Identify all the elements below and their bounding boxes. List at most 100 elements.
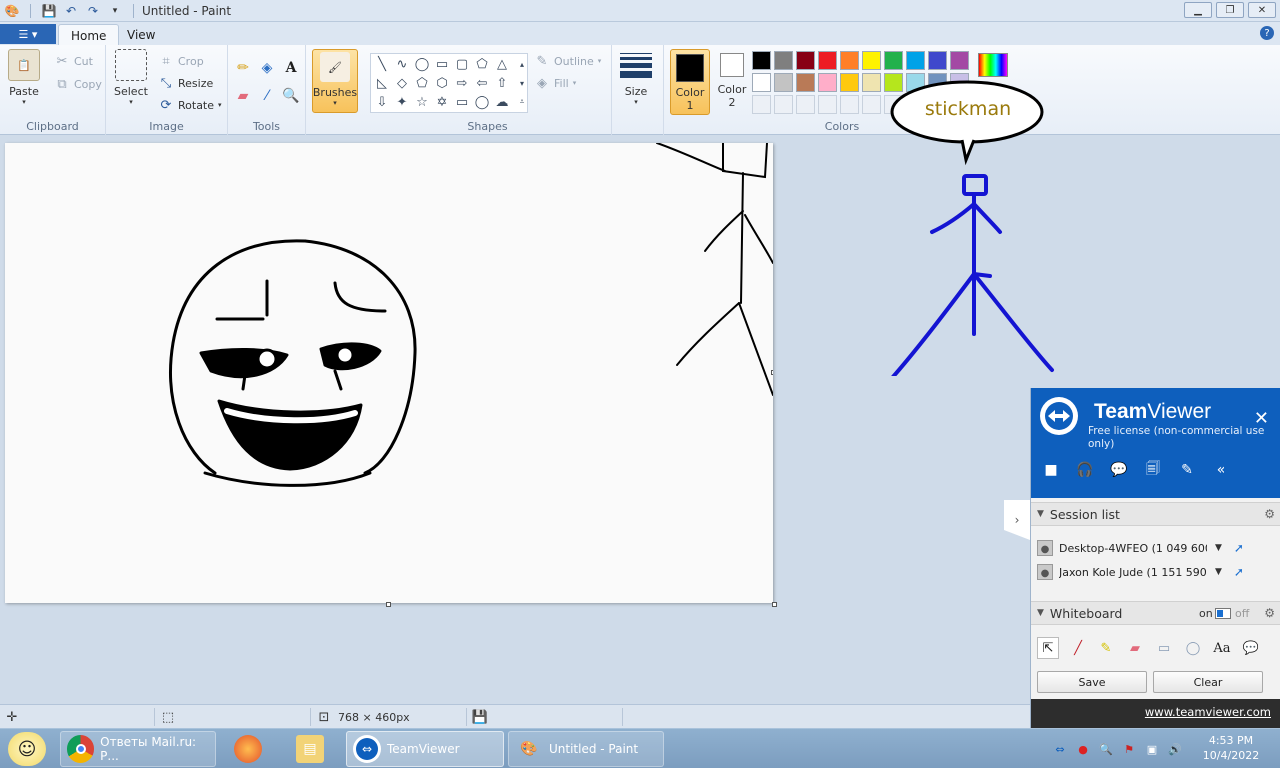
- taskbar-item-teamviewer[interactable]: ⇔ TeamViewer: [346, 731, 504, 767]
- color-swatch[interactable]: [840, 51, 859, 70]
- oval-shape-icon[interactable]: ◯: [413, 55, 431, 73]
- flag-tray-icon[interactable]: ⚑: [1121, 741, 1137, 757]
- color-picker-icon[interactable]: ⁄: [256, 85, 278, 107]
- color-swatch[interactable]: [884, 51, 903, 70]
- color1-button[interactable]: Color 1: [670, 49, 710, 115]
- minimize-button[interactable]: ▁: [1184, 2, 1212, 18]
- highlighter-icon[interactable]: ✎: [1095, 637, 1117, 659]
- video-icon[interactable]: ■: [1041, 460, 1061, 480]
- color-swatch[interactable]: [862, 51, 881, 70]
- rectangle-icon[interactable]: ▭: [1153, 637, 1175, 659]
- save-icon[interactable]: 💾: [41, 3, 57, 19]
- size-button[interactable]: Size ▾: [620, 49, 652, 106]
- search-tray-icon[interactable]: 🔍: [1098, 741, 1114, 757]
- right-arrow-shape-icon[interactable]: ⇨: [453, 74, 471, 92]
- start-button[interactable]: ☺: [8, 732, 46, 766]
- session-row[interactable]: ● Jaxon Kole Jude (1 151 590 81 ▼ ➚: [1037, 561, 1275, 583]
- color-swatch[interactable]: [752, 95, 771, 114]
- color-swatch[interactable]: [840, 73, 859, 92]
- eraser-icon[interactable]: ▰: [232, 85, 254, 107]
- polygon-shape-icon[interactable]: ⬠: [473, 55, 491, 73]
- gear-icon[interactable]: ⚙: [1264, 507, 1275, 521]
- rectangle-shape-icon[interactable]: ▭: [433, 55, 451, 73]
- text-icon[interactable]: Aa: [1211, 637, 1233, 659]
- save-button[interactable]: Save: [1037, 671, 1147, 693]
- whiteboard-header[interactable]: ▼ Whiteboard on off ⚙: [1031, 601, 1280, 625]
- system-clock[interactable]: 4:53 PM 10/4/2022: [1196, 733, 1266, 763]
- gallery-more-icon[interactable]: ⩡: [513, 93, 531, 111]
- right-triangle-shape-icon[interactable]: ◺: [373, 74, 391, 92]
- taskbar-item-explorer[interactable]: ▤: [290, 731, 340, 767]
- triangle-shape-icon[interactable]: △: [493, 55, 511, 73]
- curve-shape-icon[interactable]: ∿: [393, 55, 411, 73]
- five-point-star-shape-icon[interactable]: ☆: [413, 93, 431, 111]
- left-arrow-shape-icon[interactable]: ⇦: [473, 74, 491, 92]
- copy-button[interactable]: ⧉ Copy: [54, 76, 102, 92]
- outline-button[interactable]: ✎ Outline ▾: [534, 53, 602, 69]
- teamviewer-tray-icon[interactable]: ⇔: [1052, 741, 1068, 757]
- hexagon-shape-icon[interactable]: ⬡: [433, 74, 451, 92]
- network-tray-icon[interactable]: ▣: [1144, 741, 1160, 757]
- resize-handle-right[interactable]: [771, 370, 773, 375]
- color-swatch[interactable]: [796, 73, 815, 92]
- volume-tray-icon[interactable]: 🔊: [1167, 741, 1183, 757]
- close-icon[interactable]: ✕: [1254, 408, 1269, 429]
- text-icon[interactable]: A: [280, 57, 302, 79]
- pointer-icon[interactable]: ➚: [1234, 541, 1244, 555]
- headset-icon[interactable]: 🎧: [1075, 460, 1095, 480]
- dropdown-icon[interactable]: ▼: [1215, 567, 1222, 577]
- select-button[interactable]: Select ▾: [114, 49, 148, 106]
- gallery-down-icon[interactable]: ▾: [513, 74, 531, 92]
- up-arrow-shape-icon[interactable]: ⇧: [493, 74, 511, 92]
- drawing-canvas[interactable]: [5, 143, 773, 603]
- session-list-header[interactable]: ▼ Session list ⚙: [1031, 502, 1280, 526]
- whiteboard-icon[interactable]: ✎: [1177, 460, 1197, 480]
- four-point-star-shape-icon[interactable]: ✦: [393, 93, 411, 111]
- callout-oval-shape-icon[interactable]: ◯: [473, 93, 491, 111]
- ellipse-icon[interactable]: ◯: [1182, 637, 1204, 659]
- gallery-up-icon[interactable]: ▴: [513, 55, 531, 73]
- tab-view[interactable]: View: [115, 24, 167, 46]
- color-swatch[interactable]: [818, 73, 837, 92]
- cut-button[interactable]: ✂ Cut: [54, 53, 93, 69]
- color2-button[interactable]: Color 2: [714, 53, 750, 109]
- close-button[interactable]: ✕: [1248, 2, 1276, 18]
- pentagon-shape-icon[interactable]: ⬠: [413, 74, 431, 92]
- whiteboard-toggle[interactable]: [1215, 608, 1231, 619]
- color-swatch[interactable]: [796, 51, 815, 70]
- color-swatch[interactable]: [862, 95, 881, 114]
- down-arrow-shape-icon[interactable]: ⇩: [373, 93, 391, 111]
- paste-button[interactable]: 📋 Paste ▾: [8, 49, 40, 106]
- pen-icon[interactable]: ╱: [1067, 637, 1089, 659]
- taskbar-item-chrome[interactable]: Ответы Mail.ru: Р...: [60, 731, 216, 767]
- color-swatch[interactable]: [774, 95, 793, 114]
- eraser-icon[interactable]: ▰: [1124, 637, 1146, 659]
- collapse-icon[interactable]: «: [1211, 460, 1231, 480]
- resize-handle-corner[interactable]: [772, 602, 777, 607]
- fill-button[interactable]: ◈ Fill ▾: [534, 75, 576, 91]
- color-swatch[interactable]: [818, 95, 837, 114]
- dropdown-icon[interactable]: ▼: [1215, 543, 1222, 553]
- color-swatch[interactable]: [840, 95, 859, 114]
- teamviewer-link[interactable]: www.teamviewer.com: [1145, 705, 1271, 719]
- customize-dropdown-icon[interactable]: ▾: [107, 3, 123, 19]
- gear-icon[interactable]: ⚙: [1264, 606, 1275, 620]
- chat-icon[interactable]: 💬: [1109, 460, 1129, 480]
- color-swatch[interactable]: [818, 51, 837, 70]
- rounded-rect-shape-icon[interactable]: ▢: [453, 55, 471, 73]
- diamond-shape-icon[interactable]: ◇: [393, 74, 411, 92]
- color-swatch[interactable]: [752, 73, 771, 92]
- help-icon[interactable]: ?: [1260, 26, 1274, 40]
- resize-handle-bottom[interactable]: [386, 602, 391, 607]
- redo-icon[interactable]: ↷: [85, 3, 101, 19]
- taskbar-item-paint[interactable]: 🎨 Untitled - Paint: [508, 731, 664, 767]
- color-swatch[interactable]: [752, 51, 771, 70]
- maximize-button[interactable]: ❐: [1216, 2, 1244, 18]
- session-row[interactable]: ● Desktop-4WFEO (1 049 600 75 ▼ ➚: [1037, 537, 1275, 559]
- magnifier-icon[interactable]: 🔍: [280, 85, 302, 107]
- clear-button[interactable]: Clear: [1153, 671, 1263, 693]
- rotate-button[interactable]: ⟳ Rotate ▾: [158, 97, 222, 113]
- line-shape-icon[interactable]: ╲: [373, 55, 391, 73]
- color-swatch[interactable]: [950, 51, 969, 70]
- color-swatch[interactable]: [774, 73, 793, 92]
